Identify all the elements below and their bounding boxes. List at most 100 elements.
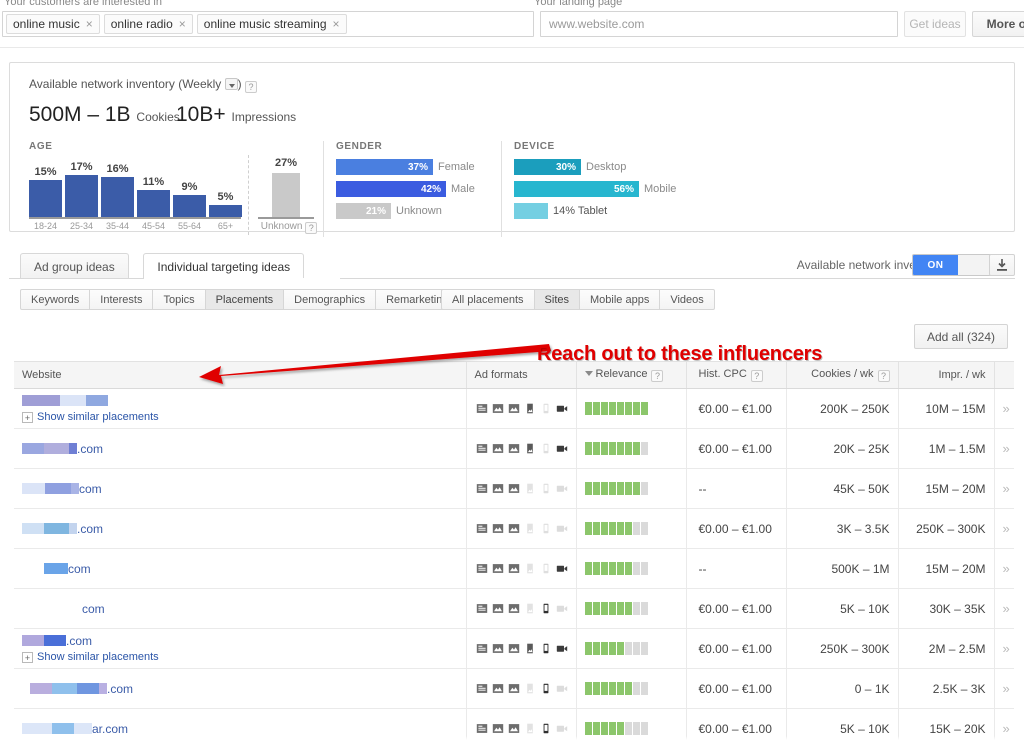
age-bar-group: 16% <box>101 163 134 217</box>
help-icon[interactable]: ? <box>245 81 257 93</box>
show-similar-placements-link[interactable]: Show similar placements <box>37 651 159 663</box>
keyword-chip[interactable]: online music streaming × <box>196 14 347 34</box>
relevance-segment <box>624 722 632 735</box>
filter-mobile-apps[interactable]: Mobile apps <box>579 289 661 310</box>
get-ideas-button[interactable]: Get ideas <box>904 11 966 37</box>
landing-page-placeholder: www.website.com <box>549 17 645 31</box>
cell-website[interactable]: .com + Show similar placements <box>14 628 467 669</box>
inventory-toggle[interactable]: ON <box>912 254 992 276</box>
expand-row-button[interactable]: » <box>994 428 1014 469</box>
inventory-toggle-on[interactable]: ON <box>913 255 958 275</box>
help-icon[interactable]: ? <box>877 370 890 382</box>
cell-website[interactable]: .com <box>14 428 467 469</box>
website-domain-suffix[interactable]: com <box>82 602 105 616</box>
website-name[interactable]: com <box>22 482 458 496</box>
age-bar <box>173 195 206 217</box>
expand-plus-icon[interactable]: + <box>22 411 33 423</box>
landing-page-input[interactable]: www.website.com <box>540 11 898 37</box>
website-domain-suffix[interactable]: .com <box>66 634 92 648</box>
help-icon[interactable]: ? <box>305 222 318 234</box>
relevance-segment <box>600 482 608 495</box>
relevance-meter <box>584 402 678 415</box>
website-domain-suffix[interactable]: .com <box>77 442 103 456</box>
age-tick-label: 45-54 <box>141 221 166 231</box>
table-row[interactable]: + Show similar placements €0.00 – €1.00 200… <box>14 388 1014 429</box>
website-domain-suffix[interactable]: com <box>79 482 102 496</box>
table-row[interactable]: .com + Show similar placements €0.00 – €1.0… <box>14 628 1014 669</box>
cell-website[interactable]: .com <box>14 668 467 709</box>
filter-label: Interests <box>100 293 143 306</box>
age-bar <box>65 175 98 217</box>
filter-sites[interactable]: Sites <box>533 289 581 310</box>
filter-demographics[interactable]: Demographics <box>283 289 377 310</box>
close-icon[interactable]: × <box>86 17 93 31</box>
relevance-segment <box>616 682 624 695</box>
website-name[interactable]: com <box>22 602 458 616</box>
mobile-ad-icon <box>543 563 548 574</box>
cell-website[interactable]: + Show similar placements <box>14 388 467 429</box>
filter-placements[interactable]: Placements <box>204 289 285 310</box>
relevance-segment <box>616 482 624 495</box>
chevron-down-icon[interactable] <box>224 78 238 90</box>
column-header-impr-wk[interactable]: Impr. / wk <box>898 361 995 389</box>
filter-all-placements[interactable]: All placements <box>441 289 535 310</box>
show-similar-placements[interactable]: + Show similar placements <box>22 411 458 423</box>
help-icon[interactable]: ? <box>651 370 664 382</box>
keywords-input[interactable]: online music × online radio × online music s… <box>2 11 534 37</box>
website-name[interactable]: .com <box>22 682 458 696</box>
close-icon[interactable]: × <box>179 17 186 31</box>
expand-row-button[interactable]: » <box>994 628 1014 669</box>
table-row[interactable]: .com €0.00 – €1.00 20K – 25K 1M – 1.5M» <box>14 428 1014 469</box>
cell-website[interactable]: com <box>14 548 467 589</box>
show-similar-placements[interactable]: + Show similar placements <box>22 651 458 663</box>
filter-keywords[interactable]: Keywords <box>20 289 91 310</box>
filter-interests[interactable]: Interests <box>89 289 154 310</box>
website-name[interactable]: .com <box>22 522 458 536</box>
expand-row-button[interactable]: » <box>994 668 1014 709</box>
close-icon[interactable]: × <box>333 17 340 31</box>
relevance-segment <box>624 682 632 695</box>
expand-plus-icon[interactable]: + <box>22 651 33 663</box>
table-row[interactable]: com -- 500K – 1M 15M – 20M» <box>14 548 1014 589</box>
filter-topics[interactable]: Topics <box>152 289 206 310</box>
website-domain-suffix[interactable]: .com <box>107 682 133 696</box>
more-options-button[interactable]: More opt <box>972 11 1024 37</box>
keyword-chip[interactable]: online radio × <box>103 14 193 34</box>
tab-individual-targeting-ideas[interactable]: Individual targeting ideas <box>143 253 305 279</box>
website-name[interactable]: .com <box>22 634 458 648</box>
expand-row-button[interactable]: » <box>994 548 1014 589</box>
website-domain-suffix[interactable]: ar.com <box>92 722 128 736</box>
expand-row-button[interactable]: » <box>994 508 1014 549</box>
cell-website[interactable]: com <box>14 468 467 509</box>
website-name[interactable]: com <box>22 562 458 576</box>
divider <box>501 141 502 237</box>
tab-ad-group-ideas[interactable]: Ad group ideas <box>20 253 129 279</box>
rich-media-ad-icon <box>508 444 519 453</box>
table-row[interactable]: .com €0.00 – €1.00 0 – 1K 2.5K – 3K» <box>14 668 1014 709</box>
website-name[interactable]: .com <box>22 442 458 456</box>
expand-row-button[interactable]: » <box>994 388 1014 429</box>
age-bar-value: 9% <box>181 181 198 193</box>
table-row[interactable]: .com €0.00 – €1.00 3K – 3.5K 250K – 300K» <box>14 508 1014 549</box>
website-domain-suffix[interactable]: .com <box>77 522 103 536</box>
cell-website[interactable]: .com <box>14 508 467 549</box>
gender-chart: 37% Female 42% Male 21% Unknown <box>336 159 486 225</box>
table-row[interactable]: com €0.00 – €1.00 5K – 10K 30K – 35K» <box>14 588 1014 629</box>
relevance-segment <box>592 602 600 615</box>
expand-row-button[interactable]: » <box>994 468 1014 509</box>
website-name[interactable] <box>22 394 458 408</box>
expand-row-button[interactable]: » <box>994 588 1014 629</box>
website-name[interactable]: ar.com <box>22 722 458 736</box>
download-button[interactable] <box>989 254 1015 276</box>
add-all-button[interactable]: Add all (324) <box>913 324 1008 349</box>
keyword-chip[interactable]: online music × <box>6 14 100 34</box>
help-icon[interactable]: ? <box>750 370 763 382</box>
relevance-segment <box>632 722 640 735</box>
website-domain-suffix[interactable]: com <box>68 562 91 576</box>
cell-website[interactable]: com <box>14 588 467 629</box>
redacted-text <box>44 562 68 574</box>
mobile-interstitial-ad-icon <box>526 523 533 534</box>
filter-videos[interactable]: Videos <box>659 289 715 310</box>
show-similar-placements-link[interactable]: Show similar placements <box>37 411 159 423</box>
table-row[interactable]: com -- 45K – 50K 15M – 20M» <box>14 468 1014 509</box>
